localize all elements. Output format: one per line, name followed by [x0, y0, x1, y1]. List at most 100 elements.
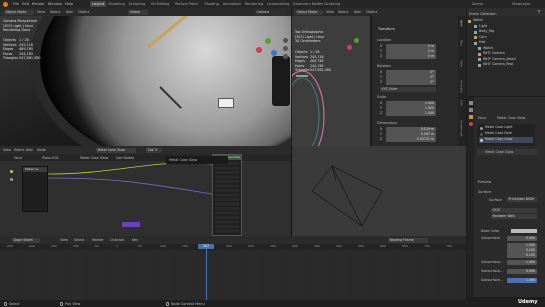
workspace-tab-scripting[interactable]: Scripting: [322, 1, 342, 7]
subsurface-field[interactable]: 0.000: [507, 236, 537, 241]
subsurface-radius-g[interactable]: 0.200: [507, 248, 537, 253]
subsurface-radius-r[interactable]: 1.000: [507, 243, 537, 248]
workspace-tab-compositing[interactable]: Compositing: [265, 1, 292, 7]
right-navigation-gizmo[interactable]: [347, 38, 365, 56]
material-slot[interactable]: Metal Case Dark: [479, 131, 533, 137]
object-properties-icon[interactable]: [468, 115, 473, 119]
node-add-menu[interactable]: Add: [26, 148, 33, 152]
render-properties-icon[interactable]: [468, 101, 473, 105]
workspace-tab-rendering[interactable]: Rendering: [243, 1, 265, 7]
sidebar-tab-view[interactable]: View: [460, 60, 463, 67]
scale-z-field[interactable]: 1.000: [386, 111, 436, 116]
small-node[interactable]: Metal Ca...: [22, 166, 48, 212]
right-object-menu[interactable]: Object: [366, 10, 377, 14]
node-view-menu[interactable]: View: [3, 148, 11, 152]
workspace-tab-geometry-nodes[interactable]: Geometry Nodes: [291, 1, 325, 7]
workspace-tab-texture-paint[interactable]: Texture Paint: [173, 1, 200, 7]
distribution-dropdown[interactable]: GGX: [491, 208, 537, 213]
add-menu[interactable]: Add: [66, 10, 73, 14]
dimension-z-field[interactable]: 0.00722 m: [386, 137, 436, 142]
right-view-menu[interactable]: View: [326, 10, 334, 14]
ds-view-menu[interactable]: View: [60, 238, 68, 242]
ds-key-menu[interactable]: Key: [132, 238, 138, 242]
surface-shader-dropdown[interactable]: Principled BSDF: [507, 197, 537, 202]
output-properties-icon[interactable]: [468, 108, 473, 112]
object-menu[interactable]: Object: [78, 10, 89, 14]
workspace-tab-layout[interactable]: Layout: [90, 1, 107, 7]
dope-sheet-mode[interactable]: Dope Sheet: [12, 237, 40, 243]
transform-orientation[interactable]: Global: [128, 9, 148, 15]
material-datablock[interactable]: Metal Case Glow: [477, 149, 539, 155]
menu-file[interactable]: File: [13, 0, 19, 8]
location-x-field[interactable]: 0 m: [386, 44, 436, 49]
keying-dropdown[interactable]: Nearest Frame: [388, 237, 428, 243]
dope-sheet-canvas[interactable]: -250-200-150-100-50050100150200250300350…: [0, 244, 466, 300]
subsurface-radius-b[interactable]: 0.100: [507, 253, 537, 258]
material-slot[interactable]: Metal Case Light: [479, 125, 533, 131]
workspace-tab-animation[interactable]: Animation: [221, 1, 243, 7]
rotation-x-field[interactable]: 0°: [386, 70, 436, 75]
ds-marker-menu[interactable]: Marker: [92, 238, 104, 242]
principled-bsdf-node[interactable]: Metal Case Glow: [212, 154, 242, 236]
right-select-menu[interactable]: Select: [338, 10, 348, 14]
blender-logo-icon[interactable]: [3, 1, 8, 7]
slot-dropdown[interactable]: Slot 3: [146, 147, 162, 153]
surface-panel[interactable]: Surface: [478, 190, 491, 194]
ds-channel-menu[interactable]: Channel: [110, 238, 124, 242]
zoom-icon[interactable]: [283, 38, 288, 43]
object-mode-dropdown[interactable]: Object Mode: [4, 9, 34, 15]
scale-x-field[interactable]: 1.000: [386, 101, 436, 106]
viewport-options[interactable]: Options: [255, 9, 285, 15]
filter-icon[interactable]: [537, 10, 541, 14]
workspace-tab-uv-editing[interactable]: UV Editing: [149, 1, 172, 7]
camera-view-icon[interactable]: [283, 54, 288, 59]
view-layer-selector[interactable]: ViewLayer: [510, 1, 533, 7]
view-menu[interactable]: View: [37, 10, 45, 14]
workspace-tab-shading[interactable]: Shading: [202, 1, 221, 7]
outliner-item[interactable]: WHT Camera_Rest: [477, 62, 514, 68]
workspace-tab-sculpting[interactable]: Sculpting: [127, 1, 148, 7]
playhead[interactable]: [206, 244, 207, 300]
location-y-field[interactable]: 0 m: [386, 49, 436, 54]
workspace-tab-modeling[interactable]: Modeling: [106, 1, 126, 7]
dimension-x-field[interactable]: 0.129 m: [386, 127, 436, 132]
left-viewport[interactable]: Camera Perspective (307) Light | Hour Re…: [0, 16, 291, 146]
node-select-menu[interactable]: Select: [14, 148, 24, 152]
rotation-mode-dropdown[interactable]: XYZ Euler: [380, 87, 436, 92]
rotation-z-field[interactable]: 0°: [386, 80, 436, 85]
rotation-y-field[interactable]: 0°: [386, 75, 436, 80]
right-viewport[interactable]: Top Orthographic (307) Light | Hour 10 C…: [292, 16, 370, 146]
node-material-dropdown[interactable]: Metal Case Glow: [96, 147, 136, 153]
preview-panel[interactable]: Preview: [478, 180, 491, 184]
sidebar-tab-screencast[interactable]: Screencast: [460, 120, 463, 137]
menu-help[interactable]: Help: [65, 0, 73, 8]
sidebar-tab-animate[interactable]: Animate: [460, 80, 463, 93]
pan-icon[interactable]: [283, 46, 288, 51]
navigation-gizmo[interactable]: [256, 38, 280, 62]
dimension-y-field[interactable]: 0.497 m: [386, 132, 436, 137]
location-z-field[interactable]: 0 m: [386, 54, 436, 59]
right-object-mode-dropdown[interactable]: Object Mode: [295, 9, 323, 15]
subsurface-method-dropdown[interactable]: Random Walk: [491, 214, 537, 219]
ds-select-menu[interactable]: Select: [74, 238, 84, 242]
subsurface-extra-field[interactable]: 1.400: [507, 278, 537, 283]
scene-selector[interactable]: Scene: [470, 1, 485, 7]
node-socket[interactable]: [10, 178, 13, 181]
subsurface-anisotropy-field[interactable]: 0.000: [507, 269, 537, 274]
menu-edit[interactable]: Edit: [22, 0, 29, 8]
sidebar-tab-item[interactable]: Item: [460, 20, 463, 27]
transform-panel-title[interactable]: Transform: [378, 27, 395, 31]
material-slot-active[interactable]: Metal Case Glow: [479, 137, 533, 143]
menu-window[interactable]: Window: [48, 0, 62, 8]
scale-y-field[interactable]: 1.000: [386, 106, 436, 111]
scene-collection[interactable]: Scene Collection: [469, 12, 496, 18]
node-socket[interactable]: [10, 170, 13, 173]
sidebar-tab-edit[interactable]: Edit: [460, 100, 463, 106]
menu-render[interactable]: Render: [32, 0, 45, 8]
sidebar-tab-tool[interactable]: Tool: [460, 40, 463, 46]
node-node-menu[interactable]: Node: [37, 148, 46, 152]
lower-right-viewport[interactable]: [292, 146, 466, 236]
base-color-swatch[interactable]: [511, 229, 537, 233]
material-properties-icon[interactable]: [468, 122, 473, 126]
subsurface-ior-field[interactable]: 1.400: [507, 260, 537, 265]
